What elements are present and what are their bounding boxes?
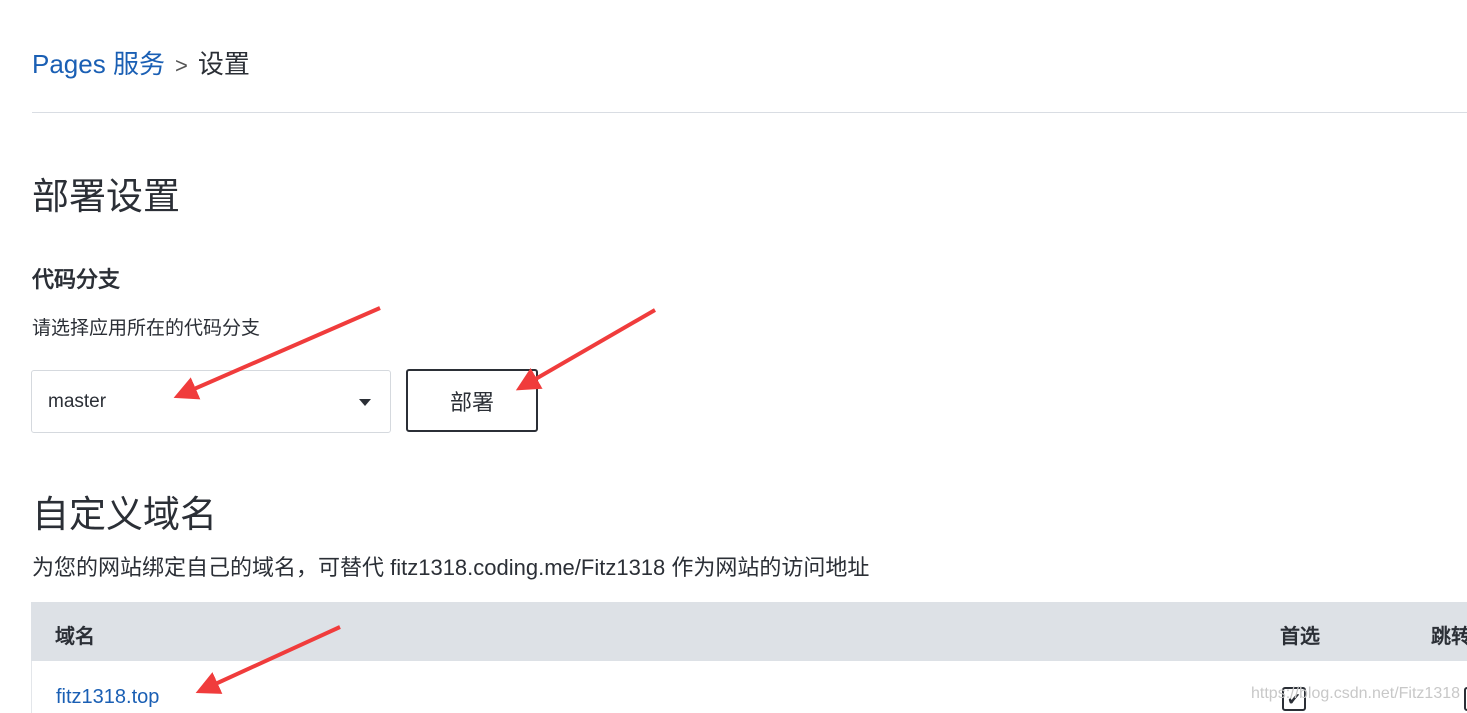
check-icon: ✔ — [1286, 689, 1302, 709]
breadcrumb-separator: > — [174, 53, 188, 78]
breadcrumb-pages-service-link[interactable]: Pages 服务 — [32, 49, 165, 79]
arrow-to-deploy-button — [515, 308, 657, 391]
domain-link[interactable]: fitz1318.top — [56, 686, 159, 709]
branch-label: 代码分支 — [32, 267, 121, 292]
column-header-primary: 首选 — [1280, 626, 1320, 648]
primary-checkbox[interactable]: ✔ — [1282, 687, 1306, 711]
breadcrumb: Pages 服务 > 设置 — [32, 46, 250, 84]
column-header-domain: 域名 — [55, 626, 95, 648]
branch-description: 请选择应用所在的代码分支 — [32, 318, 261, 339]
domain-table-header: 域名 首选 跳转 — [31, 602, 1467, 661]
custom-domain-description: 为您的网站绑定自己的域名，可替代 fitz1318.coding.me/Fitz… — [32, 555, 870, 580]
caret-down-icon — [359, 399, 371, 406]
deploy-button[interactable]: 部署 — [406, 369, 538, 432]
custom-domain-title: 自定义域名 — [32, 494, 217, 535]
branch-select[interactable]: master — [31, 370, 391, 433]
branch-select-value: master — [48, 391, 107, 412]
table-row: fitz1318.top ✔ — [31, 661, 1467, 713]
column-header-redirect: 跳转 — [1431, 626, 1467, 648]
header-divider — [32, 112, 1467, 113]
deploy-settings-title: 部署设置 — [32, 176, 180, 217]
breadcrumb-current: 设置 — [197, 49, 250, 79]
